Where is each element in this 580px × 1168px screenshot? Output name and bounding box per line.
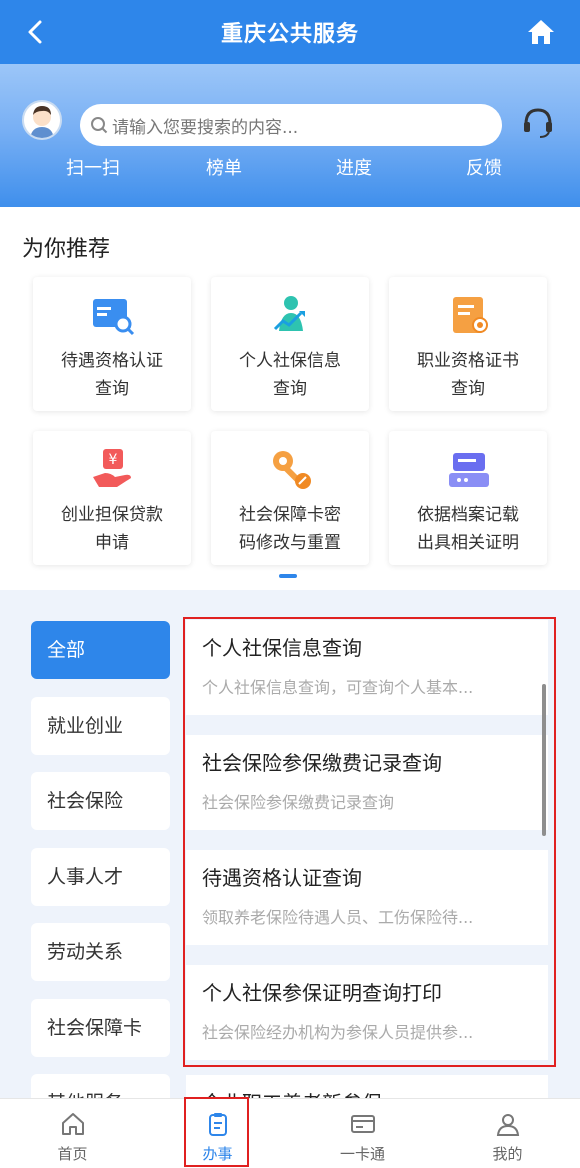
quick-progress[interactable]: 进度 [336, 154, 372, 180]
home-outline-icon [61, 1113, 84, 1135]
svg-text:¥: ¥ [109, 452, 118, 468]
list-item[interactable]: 个人社保信息查询 个人社保信息查询，可查询个人基本... [186, 620, 548, 715]
id-card-search-icon [93, 299, 135, 336]
recommend-card[interactable]: 依据档案记载 出具相关证明 [389, 431, 547, 565]
category-personnel[interactable]: 人事人才 [31, 848, 170, 906]
tab-card[interactable]: 一卡通 [290, 1099, 435, 1168]
home-icon[interactable] [526, 18, 556, 46]
card-label-line2: 查询 [273, 379, 307, 399]
recommend-section: 为你推荐 待遇资格认证 查询 个人社保信息 查询 职业资格证书 查询 ¥ 创业担… [0, 207, 580, 590]
quick-scan[interactable]: 扫一扫 [66, 154, 120, 180]
tab-services[interactable]: 办事 [145, 1099, 290, 1168]
category-social-insurance[interactable]: 社会保险 [31, 772, 170, 830]
service-title: 待遇资格认证查询 [202, 866, 362, 890]
category-employment[interactable]: 就业创业 [31, 697, 170, 755]
scrollbar[interactable] [542, 684, 546, 836]
card-label-line2: 申请 [95, 533, 129, 553]
bottom-nav: 首页 办事 一卡通 我的 [0, 1098, 580, 1168]
card-label-line2: 查询 [95, 379, 129, 399]
category-all[interactable]: 全部 [31, 621, 170, 679]
recommend-card[interactable]: ¥ 创业担保贷款 申请 [33, 431, 191, 565]
carousel-indicator [279, 574, 297, 578]
list-item[interactable]: 个人社保参保证明查询打印 社会保险经办机构为参保人员提供参... [186, 965, 548, 1060]
quick-ranking[interactable]: 榜单 [206, 154, 242, 180]
clipboard-icon [208, 1113, 227, 1136]
card-label-line1: 依据档案记载 [417, 505, 519, 525]
avatar[interactable] [22, 100, 62, 140]
service-desc: 社会保险经办机构为参保人员提供参... [202, 1023, 474, 1042]
avatar-icon [30, 106, 54, 138]
card-label-line2: 出具相关证明 [417, 533, 519, 553]
top-bar: 重庆公共服务 [0, 0, 580, 64]
card-label-line1: 个人社保信息 [239, 351, 341, 371]
recommend-card[interactable]: 待遇资格认证 查询 [33, 277, 191, 411]
yuan-hand-icon: ¥ [93, 449, 131, 487]
card-label-line2: 码修改与重置 [239, 533, 341, 553]
list-item[interactable]: 待遇资格认证查询 领取养老保险待遇人员、工伤保险待... [186, 850, 548, 945]
page-title: 重庆公共服务 [220, 22, 359, 47]
service-title: 个人社保参保证明查询打印 [202, 981, 442, 1005]
search-icon [91, 117, 108, 134]
user-icon [496, 1114, 519, 1136]
card-label-line2: 查询 [451, 379, 485, 399]
card-label-line1: 待遇资格认证 [61, 351, 163, 371]
category-social-security-card[interactable]: 社会保障卡 [31, 999, 170, 1057]
quick-actions: 扫一扫 榜单 进度 反馈 [0, 154, 580, 180]
service-title: 社会保险参保缴费记录查询 [202, 751, 442, 775]
section-title: 为你推荐 [22, 237, 111, 262]
tab-home[interactable]: 首页 [0, 1099, 145, 1168]
recommend-card[interactable]: 职业资格证书 查询 [389, 277, 547, 411]
tab-label: 首页 [57, 1145, 88, 1163]
card-label-line1: 创业担保贷款 [61, 505, 163, 525]
headset-icon[interactable] [520, 104, 556, 140]
list-item[interactable]: 社会保险参保缴费记录查询 社会保险参保缴费记录查询 [186, 735, 548, 830]
card-label-line1: 职业资格证书 [417, 351, 519, 371]
service-desc: 领取养老保险待遇人员、工伤保险待... [202, 908, 474, 927]
tab-label: 一卡通 [339, 1145, 385, 1163]
tab-label: 我的 [492, 1145, 523, 1163]
tab-label: 办事 [202, 1145, 233, 1163]
chevron-left-icon[interactable] [22, 18, 50, 46]
service-title: 个人社保信息查询 [202, 636, 362, 660]
search-input[interactable]: 请输入您要搜索的内容... [80, 104, 502, 146]
search-placeholder: 请输入您要搜索的内容... [112, 117, 299, 138]
category-labor-relations[interactable]: 劳动关系 [31, 923, 170, 981]
archive-icon [449, 453, 489, 487]
person-growth-icon [273, 296, 305, 331]
recommend-card[interactable]: 个人社保信息 查询 [211, 277, 369, 411]
certificate-icon [453, 297, 488, 333]
service-desc: 个人社保信息查询，可查询个人基本... [202, 678, 474, 697]
card-icon [350, 1115, 375, 1133]
service-desc: 社会保险参保缴费记录查询 [202, 793, 395, 812]
recommend-card[interactable]: 社会保障卡密 码修改与重置 [211, 431, 369, 565]
key-edit-icon [273, 451, 311, 489]
card-label-line1: 社会保障卡密 [239, 505, 341, 525]
tab-mine[interactable]: 我的 [435, 1099, 580, 1168]
quick-feedback[interactable]: 反馈 [466, 154, 502, 180]
